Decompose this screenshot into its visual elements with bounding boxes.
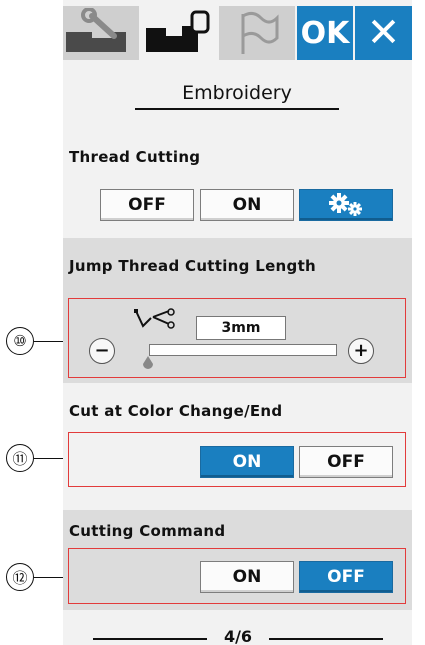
tab-settings[interactable] xyxy=(63,6,139,60)
callout-10: ⑩ xyxy=(6,327,34,355)
close-icon: ✕ xyxy=(366,10,401,56)
jump-thread-label: Jump Thread Cutting Length xyxy=(69,257,317,275)
cutting-command-off-button[interactable]: OFF xyxy=(299,561,393,593)
wrench-icon xyxy=(66,8,126,52)
gears-icon xyxy=(329,193,362,216)
close-button[interactable]: ✕ xyxy=(355,6,412,60)
thread-cutting-label: Thread Cutting xyxy=(69,148,201,166)
settings-panel: OK ✕ Embroidery Thread Cutting OFF ON Ju… xyxy=(63,0,412,645)
cut-color-change-off-button[interactable]: OFF xyxy=(299,446,393,478)
page-line-right xyxy=(269,638,383,640)
thread-cutting-auto-button[interactable] xyxy=(299,189,393,221)
tab-language[interactable] xyxy=(219,6,295,60)
slider-handle[interactable] xyxy=(143,356,153,370)
callout-12-leader xyxy=(34,577,65,578)
page-line-left xyxy=(93,638,207,640)
embroidery-hoop-icon xyxy=(146,10,210,52)
page-number: 4/6 xyxy=(223,627,253,645)
ok-button[interactable]: OK xyxy=(297,6,353,60)
tab-embroidery[interactable] xyxy=(141,6,217,60)
cut-color-change-label: Cut at Color Change/End xyxy=(69,402,283,420)
page-title: Embroidery xyxy=(135,82,339,110)
jump-length-slider[interactable] xyxy=(149,344,337,356)
tab-bar: OK ✕ xyxy=(63,0,412,62)
scissors-icon xyxy=(134,308,175,329)
cutting-command-on-button[interactable]: ON xyxy=(200,561,294,593)
page-indicator: 4/6 xyxy=(93,627,383,645)
thread-cutting-on-button[interactable]: ON xyxy=(200,189,294,221)
callout-12: ⑫ xyxy=(6,563,34,591)
flag-icon xyxy=(241,11,279,54)
ok-label: OK xyxy=(300,15,350,51)
increase-button[interactable]: + xyxy=(348,338,374,364)
jump-length-value: 3mm xyxy=(196,316,286,340)
thread-cutting-off-button[interactable]: OFF xyxy=(100,189,194,221)
callout-11-leader xyxy=(34,458,65,459)
cutting-command-label: Cutting Command xyxy=(69,522,226,540)
callout-11: ⑪ xyxy=(6,444,34,472)
cut-color-change-on-button[interactable]: ON xyxy=(200,446,294,478)
decrease-button[interactable]: − xyxy=(89,338,115,364)
callout-10-leader xyxy=(34,341,65,342)
